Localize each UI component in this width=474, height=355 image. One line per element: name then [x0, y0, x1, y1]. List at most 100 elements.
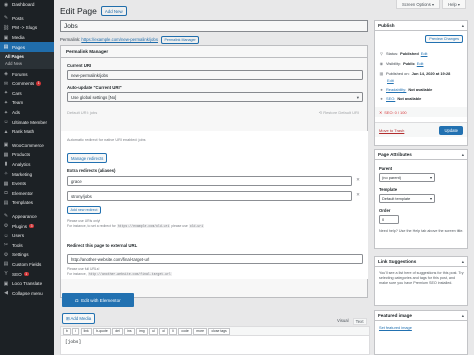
sidebar-item-label: Team: [12, 100, 24, 106]
quicktag-i-button[interactable]: i: [72, 327, 80, 335]
sidebar-item-loco-translate[interactable]: ▣ Loco Translate: [0, 279, 54, 289]
sidebar-item-media[interactable]: ▣ Media: [0, 33, 54, 43]
sidebar-item-analytics[interactable]: ▮ Analytics: [0, 160, 54, 170]
external-url-hint-example: For instance, http://another-website.com…: [67, 272, 172, 276]
permalink-manager-button[interactable]: Permalink Manager: [160, 36, 200, 44]
sidebar-item-posts[interactable]: ✎ Posts: [0, 14, 54, 24]
add-new-redirect-button[interactable]: Add new redirect: [67, 206, 101, 215]
edit-status-link[interactable]: Edit: [421, 51, 428, 56]
sidebar-item-label: Plugins: [12, 223, 28, 229]
screen-options-button[interactable]: Screen Options ▾: [395, 0, 441, 9]
manage-redirects-button[interactable]: Manage redirects: [67, 153, 108, 163]
sidebar-item-seo[interactable]: Y SEO 1: [0, 269, 54, 279]
remove-redirect-icon[interactable]: ✕: [354, 192, 362, 200]
marketing-icon: ✧: [3, 171, 9, 178]
update-button[interactable]: Update: [439, 125, 463, 135]
published-row: ▦ Published on: Jun 14, 2020 at 19:28: [379, 71, 451, 76]
sidebar-item-ultimate-member[interactable]: ☺ Ultimate Member: [0, 117, 54, 127]
edit-date-link[interactable]: Edit: [387, 78, 394, 83]
sidebar-item-templates[interactable]: ▤ Templates: [0, 198, 54, 208]
quicktag-ul-button[interactable]: ul: [149, 327, 158, 335]
sidebar-item-label: Cars: [12, 90, 22, 96]
featured-image-header[interactable]: Featured image ▴: [375, 311, 467, 321]
sidebar-item-label: Ultimate Member: [12, 119, 47, 125]
editor-textarea[interactable]: [jobs]: [60, 336, 370, 355]
sidebar-item-events[interactable]: ▦ Events: [0, 179, 54, 189]
quicktag-link-button[interactable]: link: [80, 327, 92, 335]
order-input[interactable]: 0: [379, 215, 399, 224]
sidebar-item-comments[interactable]: ✉ Comments 1: [0, 79, 54, 89]
add-new-button[interactable]: Add New: [100, 6, 127, 16]
pin-icon: ⚲: [379, 51, 384, 56]
external-url-input[interactable]: http://another-website.com/final-target-…: [67, 254, 363, 264]
quicktag-b-button[interactable]: b: [63, 327, 71, 335]
sidebar-item-appearance[interactable]: ✎ Appearance: [0, 212, 54, 222]
sidebar-item-pm-slugs[interactable]: ⛓ PM -> Slugs: [0, 23, 54, 33]
sidebar-item-marketing[interactable]: ✧ Marketing: [0, 169, 54, 179]
parent-select[interactable]: (no parent) ▾: [379, 173, 435, 182]
sidebar-item-pages[interactable]: ▤ Pages: [0, 42, 54, 52]
seo-link[interactable]: SEO:: [386, 96, 395, 101]
sidebar-item-label: Marketing: [12, 171, 33, 177]
page-title: Edit Page: [60, 6, 97, 16]
quicktag-ins-button[interactable]: ins: [124, 327, 135, 335]
external-url-hint: Please use full URLs!: [67, 267, 100, 271]
quicktag-code-button[interactable]: code: [178, 327, 192, 335]
edit-visibility-link[interactable]: Edit: [417, 61, 424, 66]
sidebar-item-users[interactable]: ☺ Users: [0, 231, 54, 241]
sidebar-item-team[interactable]: ✦ Team: [0, 98, 54, 108]
sidebar-item-products[interactable]: ▦ Products: [0, 150, 54, 160]
post-title-input[interactable]: Jobs: [60, 20, 368, 32]
set-featured-image-link[interactable]: Set featured image: [379, 325, 412, 330]
sidebar-item-rank-math[interactable]: ▲ Rank Math: [0, 127, 54, 137]
sidebar-item-label: Products: [12, 152, 31, 158]
sidebar-item-label: Settings: [12, 252, 29, 258]
quicktag-b-quote-button[interactable]: b-quote: [93, 327, 111, 335]
sidebar-item-custom-fields[interactable]: ▤ Custom Fields: [0, 260, 54, 270]
default-uri-text: Default URI: jobs: [67, 110, 98, 115]
sidebar-item-collapse-menu[interactable]: ◀ Collapse menu: [0, 288, 54, 298]
sidebar-item-plugins[interactable]: ⚙ Plugins 3: [0, 221, 54, 231]
help-button[interactable]: Help ▾: [442, 0, 466, 9]
eye-icon: ◉: [379, 61, 384, 66]
sidebar-item-woocommerce[interactable]: ▣ WooCommerce: [0, 141, 54, 151]
sidebar-item-dashboard[interactable]: ◉ Dashboard: [0, 0, 54, 10]
sidebar-item-forums[interactable]: ◈ Forums: [0, 69, 54, 79]
quicktag-del-button[interactable]: del: [112, 327, 123, 335]
sidebar-item-cars[interactable]: ✦ Cars: [0, 89, 54, 99]
quicktag-li-button[interactable]: li: [169, 327, 177, 335]
restore-default-uri-button[interactable]: ⟲ Restore Default URI: [319, 110, 359, 115]
sidebar-item-label: Events: [12, 181, 27, 187]
move-to-trash-link[interactable]: Move to Trash: [379, 128, 404, 133]
quicktag-img-button[interactable]: img: [136, 327, 148, 335]
tab-visual[interactable]: Visual: [337, 318, 349, 325]
page-attributes-header[interactable]: Page Attributes ▴: [375, 150, 467, 160]
publish-header[interactable]: Publish ▴: [375, 21, 467, 31]
current-uri-input[interactable]: new-permalink/jobs: [67, 70, 363, 80]
tab-text[interactable]: Text: [352, 318, 367, 325]
sidebar-item-label: Appearance: [12, 213, 37, 219]
link-suggestions-header[interactable]: Link Suggestions ▴: [375, 257, 467, 267]
sidebar-item-settings[interactable]: ⚙ Settings: [0, 250, 54, 260]
edit-with-elementor-button[interactable]: ◘ Edit with Elementor: [62, 293, 134, 307]
auto-update-select[interactable]: Use global settings [No] ▾: [67, 92, 363, 102]
sidebar-item-tools[interactable]: ✂ Tools: [0, 240, 54, 250]
submenu-item-add-new[interactable]: Add New: [0, 60, 54, 67]
submenu-item-all-pages[interactable]: All Pages: [0, 53, 54, 60]
readability-link[interactable]: Readability:: [386, 87, 406, 92]
quicktag-ol-button[interactable]: ol: [159, 327, 168, 335]
template-select[interactable]: Default template ▾: [379, 194, 435, 203]
sidebar-item-elementor[interactable]: ◘ Elementor: [0, 188, 54, 198]
chevron-down-icon: ▾: [429, 175, 432, 181]
redirect-input-1[interactable]: grace: [67, 176, 352, 186]
permalink-link[interactable]: https://example.com/new-permalink/jobs: [81, 37, 158, 42]
remove-redirect-icon[interactable]: ✕: [354, 177, 362, 185]
quicktag-close-tags-button[interactable]: close tags: [208, 327, 230, 335]
add-media-button[interactable]: ⊞ Add Media: [62, 313, 96, 324]
redirect-input-2[interactable]: strony/jobs: [67, 191, 352, 201]
quicktag-more-button[interactable]: more: [193, 327, 207, 335]
page-attributes-help: Need help? Use the Help tab above the sc…: [379, 229, 464, 233]
sidebar-item-label: Templates: [12, 200, 33, 206]
sidebar-item-ads[interactable]: ✦ Ads: [0, 108, 54, 118]
preview-changes-button[interactable]: Preview Changes: [425, 35, 463, 44]
